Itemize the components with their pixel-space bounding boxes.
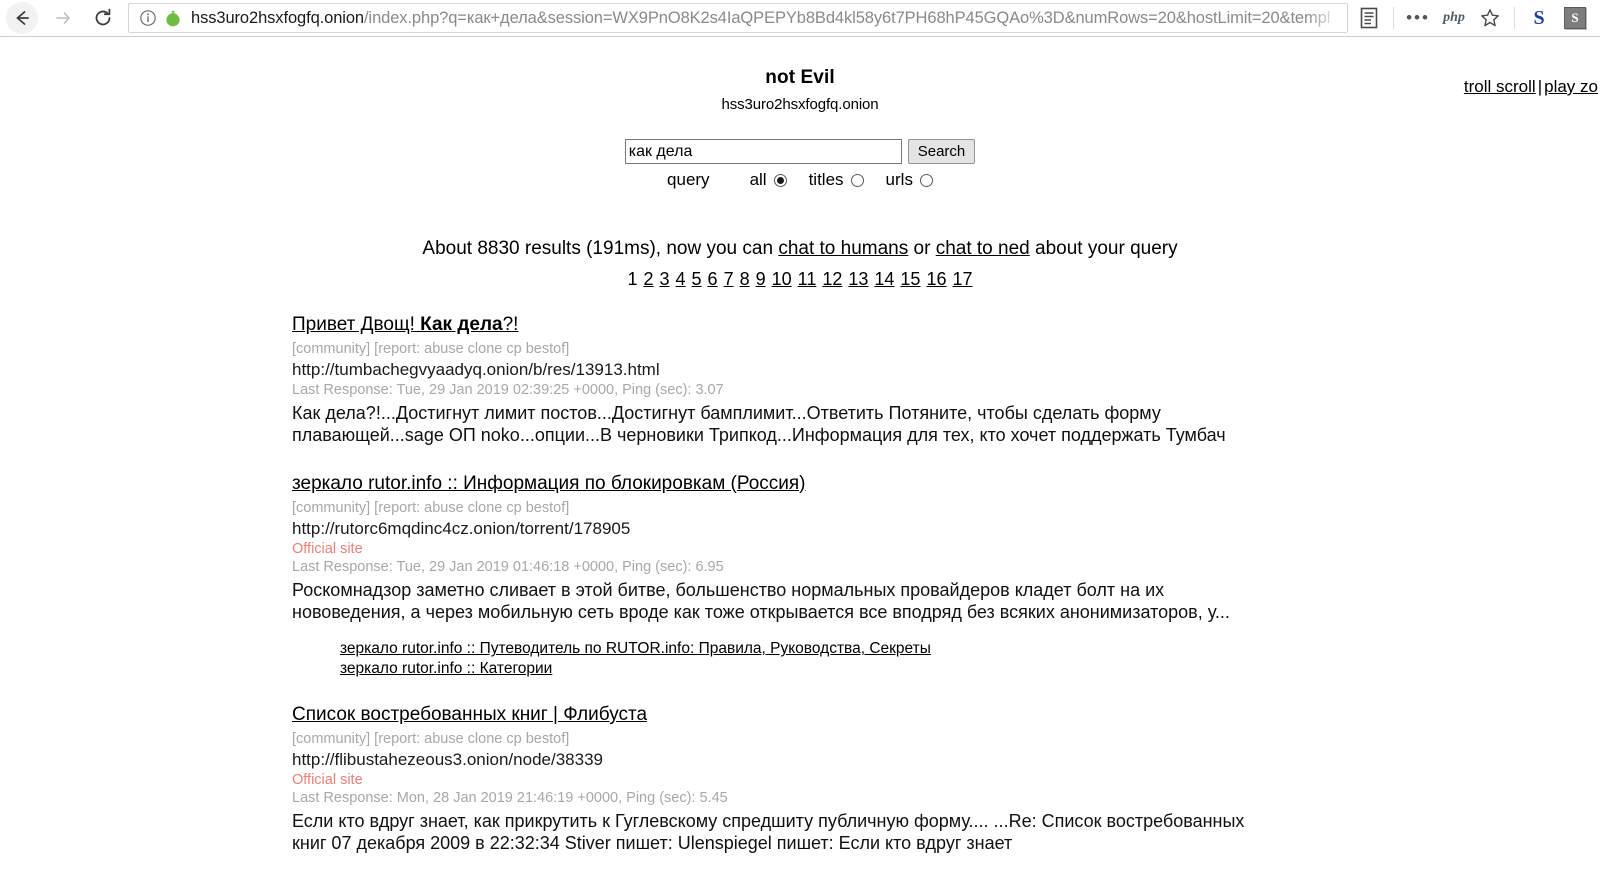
result-snippet: Как дела?!...Достигнут лимит постов...До… <box>292 403 1226 446</box>
result-snippet: Если кто вдруг знает, как прикрутить к Г… <box>292 811 1245 854</box>
result-snippet: Роскомнадзор заметно сливает в этой битв… <box>292 579 1230 622</box>
php-extension-icon[interactable]: php <box>1437 3 1471 33</box>
site-subtitle: hss3uro2hsxfogfq.onion <box>721 96 879 113</box>
search-input[interactable] <box>624 139 902 164</box>
result-url[interactable]: http://rutorc6mqdinc4cz.onion/torrent/17… <box>292 519 1600 539</box>
chat-to-ned-link[interactable]: chat to ned <box>936 238 1030 259</box>
result-sublink[interactable]: зеркало rutor.info :: Путеводитель по RU… <box>340 639 1600 658</box>
result-tags[interactable]: [community] [report: abuse clone cp best… <box>292 500 1600 516</box>
site-header: not Evil hss3uro2hsxfogfq.onion <box>0 37 1600 113</box>
scope-label-urls: urls <box>885 170 913 189</box>
result-tags[interactable]: [community] [report: abuse clone cp best… <box>292 731 1600 747</box>
pagination-page-17[interactable]: 17 <box>952 269 972 289</box>
search-result: Список востребованных книг | Флибуста [co… <box>292 704 1600 855</box>
top-right-links: troll scroll | play zo <box>1464 77 1598 97</box>
pagination-page-9[interactable]: 9 <box>756 269 766 289</box>
onion-icon <box>166 10 180 27</box>
result-url[interactable]: http://flibustahezeous3.onion/node/38339 <box>292 750 1600 770</box>
url-text: hss3uro2hsxfogfq.onion/index.php?q=как+д… <box>191 9 1330 28</box>
pagination-current-page: 1 <box>627 269 638 289</box>
s-extension-gray-icon[interactable]: S <box>1558 3 1592 33</box>
result-sublinks: зеркало rutor.info :: Путеводитель по RU… <box>292 639 1600 678</box>
radio-urls[interactable] <box>919 173 933 187</box>
summary-suffix: about your query <box>1029 238 1178 259</box>
page-title: not Evil <box>765 67 835 88</box>
toolbar-divider-2 <box>1514 7 1515 29</box>
s-extension-blue-icon[interactable]: S <box>1522 3 1556 33</box>
result-title-row: Привет Двощ! Как дела?! <box>292 314 1600 336</box>
pagination-pages: 2 3 4 5 6 7 8 9 10 11 12 13 14 15 16 17 <box>640 269 975 289</box>
pagination-page-10[interactable]: 10 <box>772 269 792 289</box>
pagination-page-13[interactable]: 13 <box>848 269 868 289</box>
result-meta: Last Response: Tue, 29 Jan 2019 01:46:18… <box>292 558 724 575</box>
url-host: hss3uro2hsxfogfq.onion <box>191 8 365 27</box>
forward-button[interactable] <box>44 2 82 34</box>
search-button[interactable]: Search <box>907 139 976 164</box>
pagination-page-11[interactable]: 11 <box>798 269 817 289</box>
result-title-row: Список востребованных книг | Флибуста <box>292 704 1600 726</box>
search-result: зеркало rutor.info :: Информация по блок… <box>292 473 1600 678</box>
scope-label-titles: titles <box>808 170 844 189</box>
result-meta: Last Response: Tue, 29 Jan 2019 02:39:25… <box>292 382 724 398</box>
scope-option-titles[interactable]: titles <box>809 170 864 190</box>
s-extension-gray-glyph: S <box>1564 7 1586 29</box>
reload-button[interactable] <box>84 2 122 34</box>
forward-arrow-icon <box>56 12 70 24</box>
info-icon[interactable] <box>139 9 157 27</box>
results-summary: About 8830 results (191ms), now you can … <box>0 238 1600 260</box>
result-title-link[interactable]: зеркало rutor.info :: Информация по блок… <box>292 473 806 494</box>
result-title-link[interactable]: Привет Двощ! Как дела?! <box>292 314 518 335</box>
play-zone-link[interactable]: play zo <box>1544 77 1598 96</box>
query-label: query <box>667 170 710 189</box>
pagination-page-16[interactable]: 16 <box>926 269 946 289</box>
toolbar-extension-icons: ••• php S S <box>1348 3 1600 33</box>
navigation-buttons <box>0 2 122 34</box>
back-button[interactable] <box>6 2 38 34</box>
result-title-row: зеркало rutor.info :: Информация по блок… <box>292 473 1600 495</box>
pagination-page-3[interactable]: 3 <box>660 269 670 289</box>
result-sublink[interactable]: зеркало rutor.info :: Категории <box>340 659 1600 678</box>
pagination-page-5[interactable]: 5 <box>692 269 702 289</box>
pagination-page-4[interactable]: 4 <box>676 269 686 289</box>
scope-option-all[interactable]: all <box>750 170 787 190</box>
bookmark-star-icon[interactable] <box>1473 3 1507 33</box>
summary-middle: or <box>908 238 936 259</box>
pagination: 1 2 3 4 5 6 7 8 9 10 11 12 13 14 15 16 17 <box>0 269 1600 290</box>
search-form: Search <box>0 139 1600 164</box>
pagination-page-7[interactable]: 7 <box>724 269 734 289</box>
result-tags[interactable]: [community] [report: abuse clone cp best… <box>292 341 1600 357</box>
pagination-page-12[interactable]: 12 <box>822 269 842 289</box>
browser-toolbar: hss3uro2hsxfogfq.onion/index.php?q=как+д… <box>0 0 1600 37</box>
more-options-icon[interactable]: ••• <box>1401 3 1435 33</box>
pagination-page-14[interactable]: 14 <box>874 269 894 289</box>
search-result: Привет Двощ! Как дела?! [community] [repo… <box>292 314 1600 447</box>
radio-all[interactable] <box>773 173 787 187</box>
scope-option-urls[interactable]: urls <box>886 170 933 190</box>
result-meta: Last Response: Mon, 28 Jan 2019 21:46:19… <box>292 790 728 806</box>
scope-label-all: all <box>749 170 767 189</box>
toolbar-divider <box>1393 7 1394 29</box>
result-title-link[interactable]: Список востребованных книг | Флибуста <box>292 704 647 725</box>
pagination-page-8[interactable]: 8 <box>740 269 750 289</box>
result-url[interactable]: http://tumbachegvyaadyq.onion/b/res/1391… <box>292 360 1600 380</box>
chat-to-humans-link[interactable]: chat to humans <box>778 238 908 259</box>
official-site-badge: Official site <box>292 540 363 557</box>
search-scope-options: query all titles urls <box>0 170 1600 190</box>
reader-mode-icon[interactable] <box>1352 3 1386 33</box>
official-site-badge: Official site <box>292 772 363 788</box>
summary-prefix: About 8830 results (191ms), now you can <box>422 238 779 259</box>
reload-icon <box>95 8 111 26</box>
page-content: troll scroll | play zo not Evil hss3uro2hs… <box>0 37 1600 870</box>
pagination-page-2[interactable]: 2 <box>643 269 653 289</box>
results-list: Привет Двощ! Как дела?! [community] [repo… <box>0 314 1600 855</box>
link-separator: | <box>1537 77 1543 96</box>
address-bar[interactable]: hss3uro2hsxfogfq.onion/index.php?q=как+д… <box>128 3 1348 33</box>
pagination-page-6[interactable]: 6 <box>708 269 718 289</box>
url-path-query: /index.php?q=как+дела&session=WX9PnO8K2s… <box>364 8 1331 27</box>
pagination-page-15[interactable]: 15 <box>900 269 920 289</box>
radio-titles[interactable] <box>850 173 864 187</box>
troll-scroll-link[interactable]: troll scroll <box>1464 77 1536 96</box>
back-arrow-icon <box>16 11 29 25</box>
